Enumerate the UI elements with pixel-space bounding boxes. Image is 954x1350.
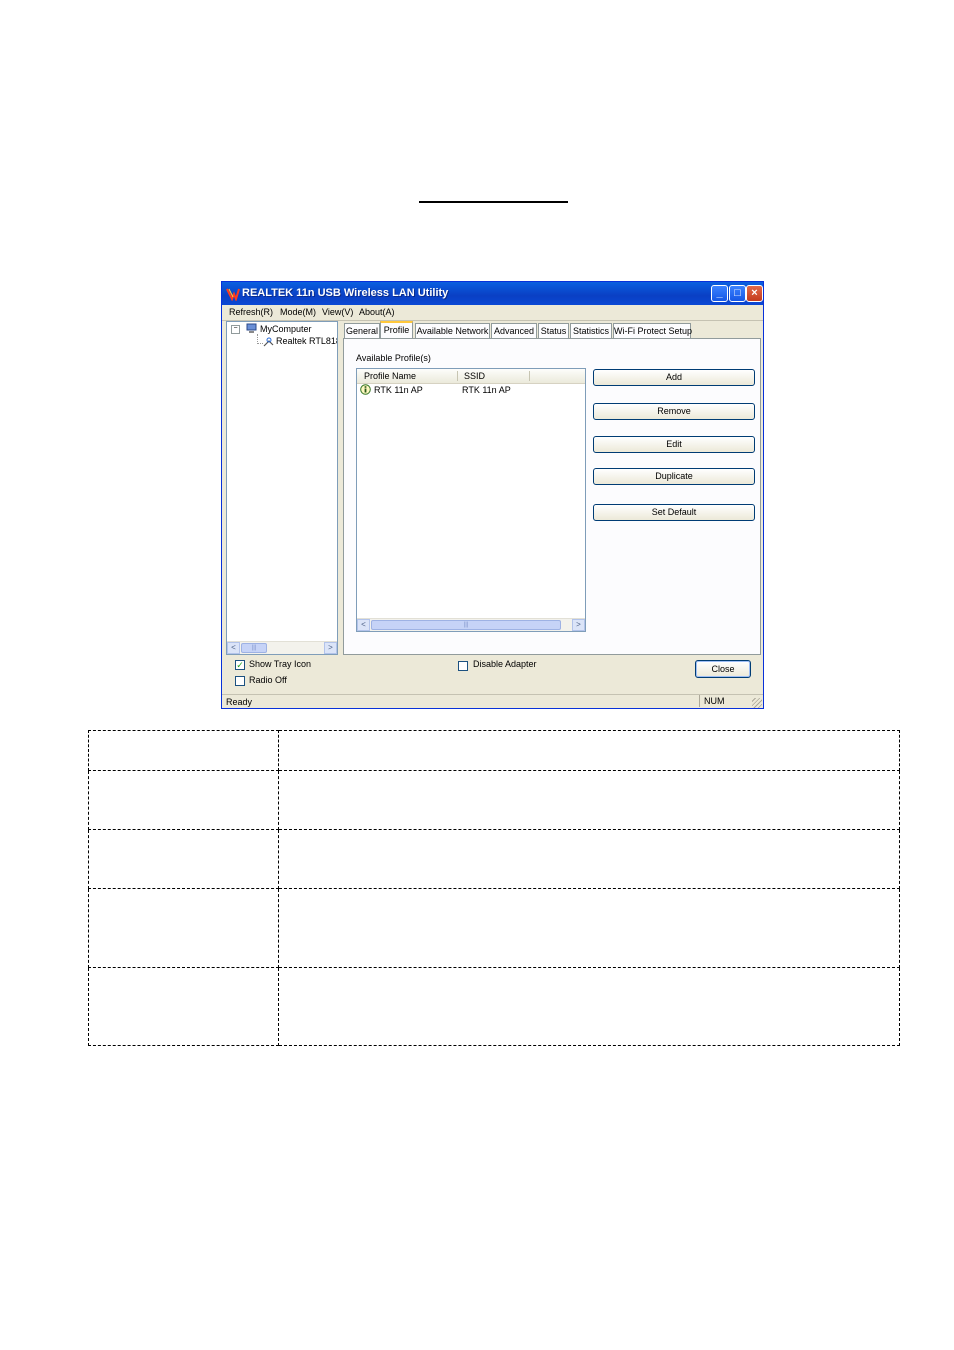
table-row bbox=[88, 888, 900, 968]
column-ssid[interactable]: SSID bbox=[464, 371, 485, 381]
tree-collapse-icon[interactable]: − bbox=[231, 325, 240, 334]
table-cell bbox=[88, 829, 279, 889]
column-separator[interactable] bbox=[457, 371, 458, 381]
utility-window: REALTEK 11n USB Wireless LAN Utility _ □… bbox=[221, 281, 764, 709]
disable-adapter-checkbox[interactable] bbox=[458, 661, 468, 671]
status-text: Ready bbox=[226, 697, 253, 707]
checkmark-icon: ✓ bbox=[236, 660, 244, 670]
profile-icon bbox=[360, 384, 371, 395]
profile-list[interactable]: Profile Name SSID RTK 11n AP RTK 11n AP … bbox=[356, 368, 586, 632]
status-bar: Ready NUM bbox=[222, 694, 763, 709]
scroll-left-icon[interactable]: < bbox=[227, 642, 240, 654]
disable-adapter-label[interactable]: Disable Adapter bbox=[473, 659, 537, 669]
scroll-thumb[interactable]: ||| bbox=[371, 620, 561, 630]
title-bar[interactable]: REALTEK 11n USB Wireless LAN Utility _ □… bbox=[222, 282, 763, 305]
table-cell bbox=[278, 730, 900, 771]
table-row bbox=[88, 829, 900, 889]
tab-wifi-protect-setup[interactable]: Wi-Fi Protect Setup bbox=[613, 323, 692, 338]
show-tray-icon-label[interactable]: Show Tray Icon bbox=[249, 659, 311, 669]
table-cell bbox=[88, 967, 279, 1046]
computer-icon bbox=[246, 323, 257, 333]
close-icon: × bbox=[751, 287, 758, 299]
scroll-thumb[interactable]: ||| bbox=[241, 643, 267, 653]
menu-view[interactable]: View(V) bbox=[322, 307, 353, 317]
radio-off-checkbox[interactable] bbox=[235, 676, 245, 686]
menu-bar: Refresh(R) Mode(M) View(V) About(A) bbox=[222, 305, 763, 321]
table-cell bbox=[278, 829, 900, 889]
tree-item-adapter[interactable]: Realtek RTL8188 bbox=[276, 336, 337, 346]
menu-refresh[interactable]: Refresh(R) bbox=[229, 307, 273, 317]
add-button[interactable]: Add bbox=[593, 369, 755, 386]
table-cell bbox=[88, 888, 279, 968]
tab-profile[interactable]: Profile bbox=[380, 321, 413, 338]
tab-status[interactable]: Status bbox=[538, 323, 569, 338]
resize-grip-icon[interactable] bbox=[752, 698, 762, 708]
scroll-left-icon[interactable]: < bbox=[357, 619, 370, 631]
list-item[interactable]: RTK 11n AP RTK 11n AP bbox=[357, 384, 585, 396]
maximize-icon: □ bbox=[734, 287, 741, 299]
table-row bbox=[88, 730, 900, 771]
minimize-button[interactable]: _ bbox=[711, 285, 728, 302]
close-button[interactable]: Close bbox=[695, 660, 751, 678]
remove-button[interactable]: Remove bbox=[593, 403, 755, 420]
maximize-button[interactable]: □ bbox=[729, 285, 746, 302]
tab-statistics[interactable]: Statistics bbox=[570, 323, 612, 338]
menu-about[interactable]: About(A) bbox=[359, 307, 395, 317]
num-lock-indicator: NUM bbox=[699, 695, 750, 707]
realtek-app-icon bbox=[226, 288, 240, 301]
table-row bbox=[88, 770, 900, 830]
radio-off-label[interactable]: Radio Off bbox=[249, 675, 287, 685]
profile-list-header: Profile Name SSID bbox=[357, 369, 585, 384]
table-row bbox=[88, 967, 900, 1046]
scroll-right-icon[interactable]: > bbox=[572, 619, 585, 631]
profile-name-cell: RTK 11n AP bbox=[374, 385, 423, 395]
edit-button[interactable]: Edit bbox=[593, 436, 755, 453]
close-window-button[interactable]: × bbox=[746, 285, 763, 302]
table-cell bbox=[88, 770, 279, 830]
set-default-button[interactable]: Set Default bbox=[593, 504, 755, 521]
tree-item-mycomputer[interactable]: MyComputer bbox=[260, 324, 312, 334]
column-separator[interactable] bbox=[529, 371, 530, 381]
window-title: REALTEK 11n USB Wireless LAN Utility bbox=[242, 287, 449, 299]
profile-list-horizontal-scrollbar[interactable]: < ||| > bbox=[357, 618, 585, 631]
profile-tab-panel: Available Profile(s) Profile Name SSID R… bbox=[343, 338, 761, 655]
ssid-cell: RTK 11n AP bbox=[462, 385, 511, 395]
menu-mode[interactable]: Mode(M) bbox=[280, 307, 316, 317]
tree-horizontal-scrollbar[interactable]: < ||| > bbox=[227, 641, 337, 654]
tab-general[interactable]: General bbox=[344, 323, 380, 338]
minimize-icon: _ bbox=[716, 287, 723, 299]
table-cell bbox=[278, 770, 900, 830]
tab-advanced[interactable]: Advanced bbox=[491, 323, 537, 338]
duplicate-button[interactable]: Duplicate bbox=[593, 468, 755, 485]
adapter-tree: − MyComputer Realtek RTL8188 < ||| > bbox=[226, 321, 338, 655]
scroll-right-icon[interactable]: > bbox=[324, 642, 337, 654]
heading-underline bbox=[419, 201, 568, 203]
wireless-adapter-icon bbox=[263, 337, 274, 347]
available-profiles-label: Available Profile(s) bbox=[356, 353, 431, 363]
show-tray-icon-checkbox[interactable]: ✓ bbox=[235, 660, 245, 670]
description-table bbox=[88, 730, 900, 1046]
table-cell bbox=[88, 730, 279, 771]
column-profile-name[interactable]: Profile Name bbox=[364, 371, 416, 381]
tab-available-network[interactable]: Available Network bbox=[415, 323, 490, 338]
table-cell bbox=[278, 888, 900, 968]
table-cell bbox=[278, 967, 900, 1046]
